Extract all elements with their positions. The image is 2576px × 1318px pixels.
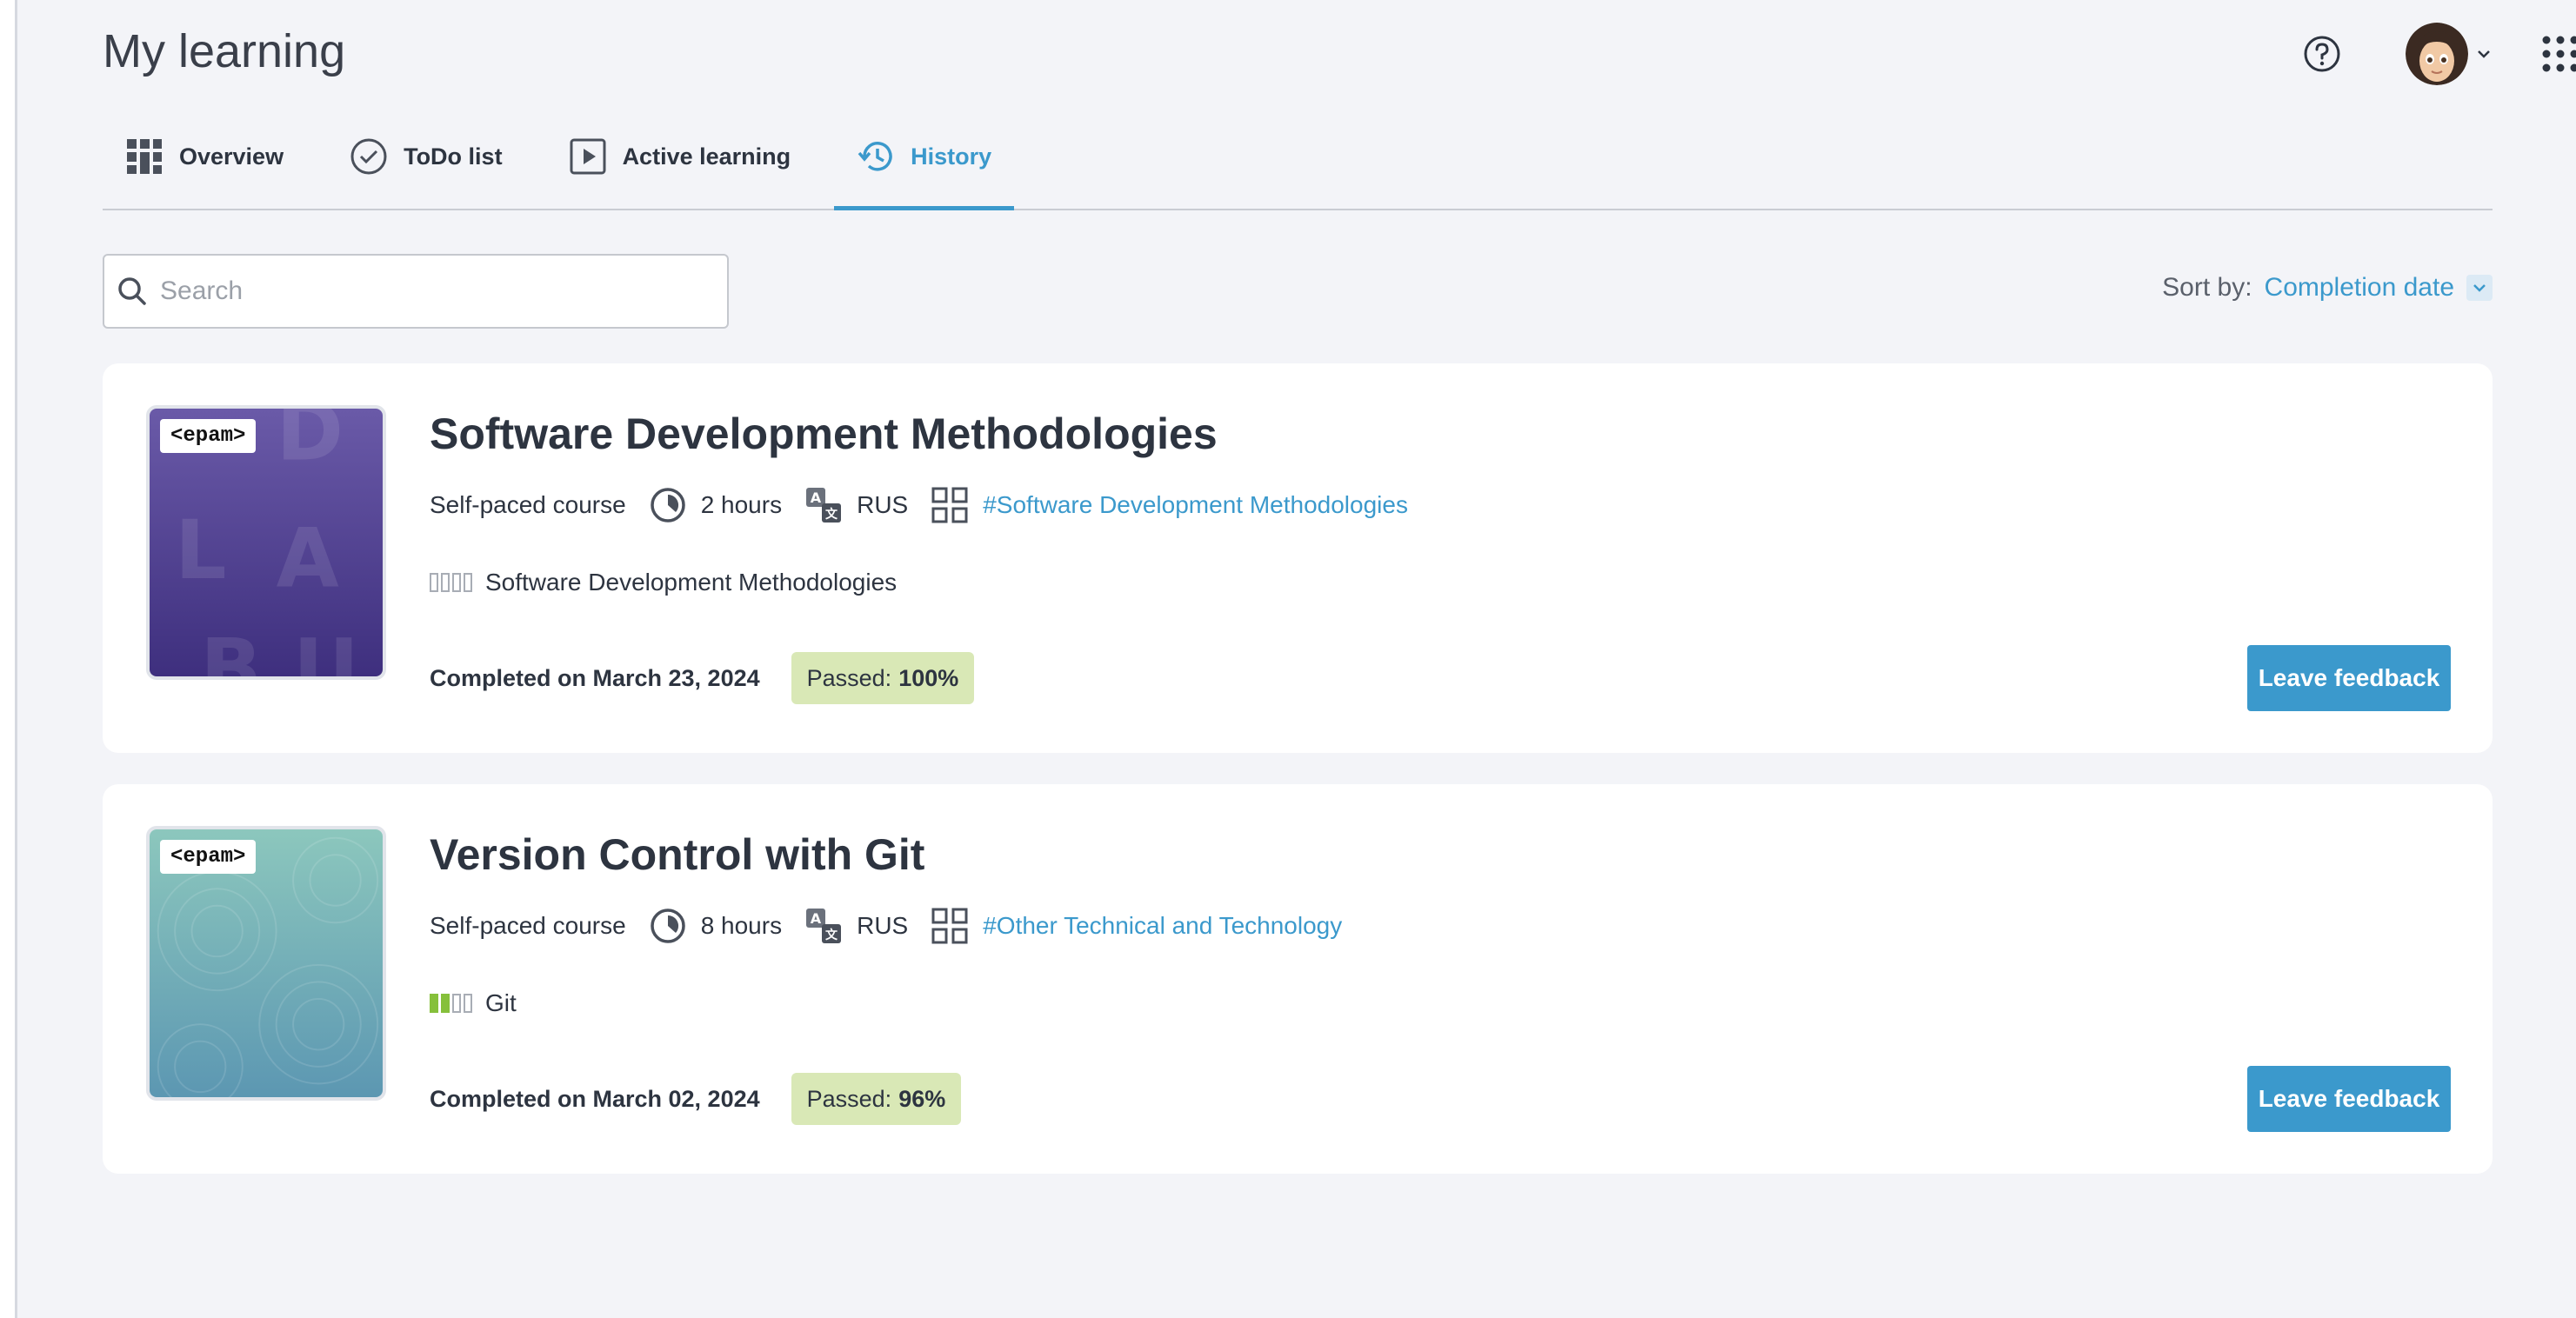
category-grid-icon (931, 487, 968, 523)
skill-bar (430, 994, 438, 1013)
tab-active-learning[interactable]: Active learning (546, 104, 814, 209)
history-icon (858, 142, 892, 171)
chevron-down-icon[interactable] (2475, 45, 2493, 63)
course-title[interactable]: Software Development Methodologies (430, 409, 1218, 459)
course-language: RUS (857, 491, 909, 518)
skill-row: Software Development Methodologies (430, 569, 897, 596)
sort-dropdown[interactable]: Completion date (2265, 273, 2454, 303)
page-title: My learning (103, 25, 346, 77)
course-thumbnail[interactable]: D L A B U <epam> (146, 405, 386, 680)
skill-name: Git (485, 989, 517, 1016)
course-duration: 2 hours (700, 491, 783, 518)
skill-bar (464, 994, 472, 1013)
tab-label: ToDo list (404, 143, 503, 170)
tab-bar: Overview ToDo list Active learning Histo… (103, 106, 2493, 210)
skill-bar (464, 573, 472, 592)
course-thumbnail[interactable]: <epam> (146, 826, 386, 1101)
completion-row: Completed on March 02, 2024 Passed: 96% (430, 1073, 962, 1125)
skill-bar (441, 994, 450, 1013)
course-meta: Self-paced course 2 hours A 文 RUS #Softw… (430, 485, 1408, 525)
translate-icon: A 文 (806, 909, 842, 943)
check-circle-icon (350, 138, 387, 175)
leave-feedback-button[interactable]: Leave feedback (2247, 645, 2451, 711)
tab-label: History (911, 143, 992, 170)
search-icon (118, 277, 146, 305)
course-type: Self-paced course (430, 491, 626, 518)
skill-name: Software Development Methodologies (485, 569, 898, 596)
svg-text:D: D (277, 409, 344, 480)
play-icon (570, 138, 606, 175)
svg-text:A: A (811, 489, 822, 506)
apps-grid-icon[interactable] (2541, 35, 2576, 73)
svg-text:文: 文 (825, 928, 838, 942)
tab-history[interactable]: History (834, 104, 1015, 210)
toolbar: Sort by: Completion date (103, 210, 2493, 363)
chevron-down-icon (2473, 284, 2486, 292)
course-tag-link[interactable]: #Software Development Methodologies (983, 491, 1408, 519)
top-right-actions (2303, 19, 2576, 89)
skill-bar (452, 573, 461, 592)
help-circle-icon[interactable] (2303, 35, 2341, 73)
top-bar: My learning (103, 0, 2576, 106)
passed-score: 100% (898, 664, 959, 691)
tab-label: Overview (179, 143, 284, 170)
sort-control: Sort by: Completion date (2162, 273, 2493, 303)
svg-text:L: L (175, 503, 226, 598)
category-grid-icon (931, 908, 968, 944)
clock-icon (650, 488, 685, 523)
left-sidebar-edge (0, 0, 17, 1318)
tab-label: Active learning (622, 143, 791, 170)
sort-label: Sort by: (2162, 273, 2252, 302)
svg-text:U: U (293, 622, 359, 676)
passed-label: Passed: (806, 1085, 892, 1112)
user-menu[interactable] (2406, 23, 2493, 85)
passed-score: 96% (898, 1085, 946, 1112)
passed-badge: Passed: 100% (791, 652, 975, 704)
tab-overview[interactable]: Overview (103, 104, 306, 209)
search-box[interactable] (103, 254, 729, 329)
completion-date: Completed on March 02, 2024 (430, 1085, 760, 1112)
course-language: RUS (857, 912, 909, 939)
leave-feedback-button[interactable]: Leave feedback (2247, 1066, 2451, 1132)
completion-row: Completed on March 23, 2024 Passed: 100% (430, 652, 975, 704)
brand-logo: <epam> (160, 419, 257, 453)
skill-bar (441, 573, 450, 592)
skill-bar (452, 994, 461, 1013)
skill-row: Git (430, 989, 517, 1017)
course-meta: Self-paced course 8 hours A 文 RUS #Other… (430, 906, 1342, 946)
page: My learning Overview ToDo list Active le… (103, 0, 2576, 1205)
tab-todo-list[interactable]: ToDo list (327, 104, 524, 209)
completion-date: Completed on March 23, 2024 (430, 664, 760, 691)
sort-chevron[interactable] (2466, 275, 2493, 301)
translate-icon: A 文 (806, 488, 842, 523)
skill-level-indicator (430, 573, 475, 592)
passed-label: Passed: (806, 664, 892, 691)
passed-badge: Passed: 96% (791, 1073, 962, 1125)
course-tag-link[interactable]: #Other Technical and Technology (983, 912, 1342, 940)
svg-text:A: A (811, 910, 822, 927)
svg-text:B: B (200, 622, 262, 676)
brand-logo: <epam> (160, 840, 257, 874)
avatar[interactable] (2406, 23, 2468, 85)
search-input[interactable] (160, 276, 682, 306)
clock-icon (650, 909, 685, 943)
skill-level-indicator (430, 994, 475, 1013)
skill-bar (430, 573, 438, 592)
course-card: <epam> Version Control with Git Self-pac… (103, 784, 2493, 1174)
course-duration: 8 hours (700, 912, 783, 939)
course-type: Self-paced course (430, 912, 626, 939)
grid-icon (127, 139, 162, 174)
svg-text:文: 文 (825, 507, 838, 522)
course-title[interactable]: Version Control with Git (430, 829, 924, 880)
svg-text:A: A (277, 512, 339, 607)
course-card: D L A B U <epam> Software Development Me… (103, 363, 2493, 753)
